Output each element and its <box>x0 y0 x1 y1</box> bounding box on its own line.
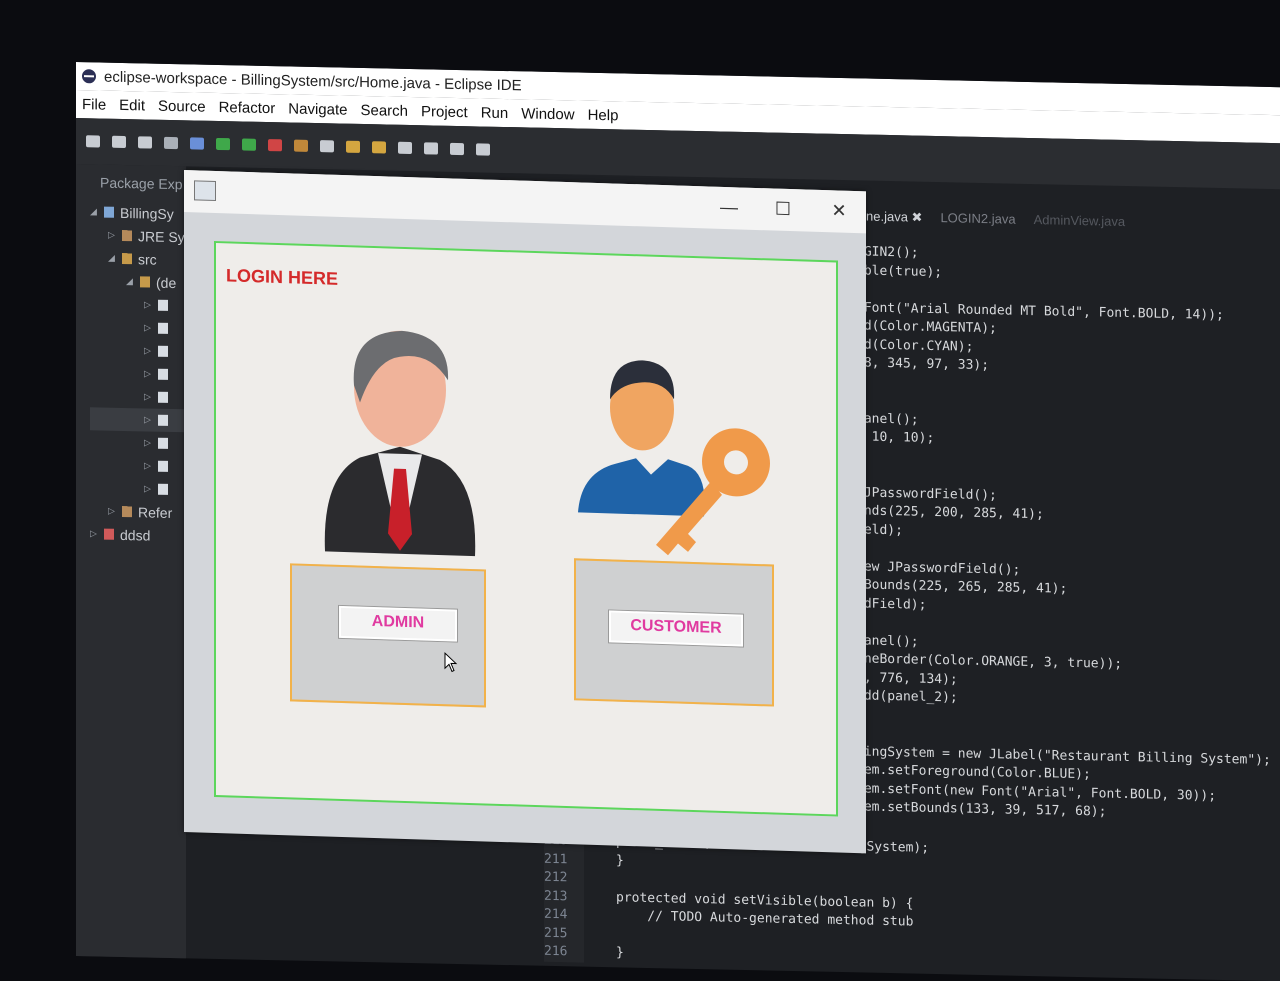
line-number: 214 <box>544 906 568 923</box>
menu-help[interactable]: Help <box>588 106 619 124</box>
tree-file[interactable]: ▷ <box>90 453 186 478</box>
java-file-icon <box>158 414 168 426</box>
library-icon <box>122 229 132 242</box>
line-number: 211 <box>544 851 568 867</box>
java-app-icon <box>194 180 216 202</box>
java-file-icon <box>158 345 168 357</box>
tab-adminview-java[interactable]: AdminView.java <box>1034 212 1126 230</box>
run-config-icon[interactable] <box>242 138 256 151</box>
open-task-icon[interactable] <box>372 141 386 154</box>
maximize-button[interactable]: ☐ <box>768 196 798 221</box>
menu-project[interactable]: Project <box>421 103 468 121</box>
save-all-icon[interactable] <box>164 136 178 150</box>
external-tools-icon[interactable] <box>268 139 282 152</box>
tree-file[interactable]: ▷ <box>90 430 186 455</box>
line-number-gutter: 210211212213214215216 <box>544 831 584 963</box>
java-file-icon <box>158 391 168 403</box>
window-title: eclipse-workspace - BillingSystem/src/Ho… <box>104 68 522 94</box>
eclipse-logo-icon <box>82 69 96 84</box>
tree-jre[interactable]: ▷ JRE Sy <box>90 223 186 248</box>
tree-file[interactable]: ▷ <box>90 292 186 317</box>
login-content-panel: LOGIN HERE ADMIN CUSTOMER <box>214 240 838 817</box>
open-type-icon[interactable] <box>346 140 360 153</box>
line-number: 216 <box>544 943 568 960</box>
tab-home-java[interactable]: ne.java ✖ <box>866 209 922 226</box>
customer-panel: CUSTOMER <box>574 558 774 707</box>
java-file-icon <box>158 483 168 495</box>
project-icon <box>104 528 114 540</box>
package-icon <box>140 276 150 288</box>
java-file-icon <box>158 322 168 334</box>
java-file-icon <box>158 368 168 380</box>
run-icon[interactable] <box>216 137 230 151</box>
mouse-cursor-icon <box>444 652 458 673</box>
line-number: 215 <box>544 925 568 941</box>
minimize-button[interactable]: — <box>714 195 744 220</box>
menu-source[interactable]: Source <box>158 97 206 115</box>
menu-edit[interactable]: Edit <box>119 96 145 114</box>
tree-file[interactable]: ▷ <box>90 361 186 386</box>
package-explorer-title[interactable]: Package Exp <box>100 175 186 193</box>
code-editor[interactable]: OGIN2(); ible(true); Font("Arial Rounded … <box>856 243 1280 826</box>
open-icon[interactable] <box>112 135 126 149</box>
close-tab-icon[interactable]: ✖ <box>912 210 923 225</box>
close-button[interactable]: ✕ <box>824 198 854 223</box>
line-number: 212 <box>544 869 568 886</box>
java-file-icon <box>158 460 168 472</box>
tree-file[interactable]: ▷ <box>90 384 186 409</box>
save-icon[interactable] <box>138 136 152 149</box>
project-icon <box>104 206 114 218</box>
java-file-icon <box>158 299 168 311</box>
tree-file[interactable]: ▷ <box>90 476 186 501</box>
code-editor-bottom[interactable]: panel_2.add(lblRestaurantBillingSystem);… <box>616 833 929 969</box>
menu-navigate[interactable]: Navigate <box>288 100 347 118</box>
menu-file[interactable]: File <box>82 96 106 114</box>
forward-arrow-icon[interactable] <box>476 143 490 156</box>
package-explorer: Package Exp ◢ BillingSy ▷ JRE Sy ◢ src ◢ (de… <box>76 164 186 967</box>
tree-file-selected[interactable]: ▷ <box>90 407 186 433</box>
folder-icon <box>122 252 132 265</box>
tab-login2-java[interactable]: LOGIN2.java <box>940 210 1015 228</box>
login-heading: LOGIN HERE <box>226 265 339 289</box>
editor-tabs: ne.java ✖ LOGIN2.java AdminView.java <box>866 209 1125 230</box>
new-package-icon[interactable] <box>294 139 308 152</box>
customer-key-icon <box>578 360 770 556</box>
new-icon[interactable] <box>86 135 100 148</box>
tree-file[interactable]: ▷ <box>90 315 186 340</box>
library-icon <box>122 505 132 518</box>
tree-project-ddsd[interactable]: ▷ ddsd <box>90 522 186 547</box>
annotation-icon[interactable] <box>424 142 438 155</box>
login-window: — ☐ ✕ LOGIN HERE ADMIN CUSTOMER <box>184 170 866 854</box>
tree-referenced-libraries[interactable]: ▷ Refer <box>90 499 186 524</box>
refresh-icon[interactable] <box>320 140 334 153</box>
admin-panel: ADMIN <box>290 563 486 708</box>
debug-icon[interactable] <box>190 137 204 150</box>
admin-person-icon <box>324 330 476 557</box>
menu-run[interactable]: Run <box>481 104 509 122</box>
menu-window[interactable]: Window <box>521 105 574 123</box>
line-number: 213 <box>544 888 568 904</box>
java-file-icon <box>158 437 168 449</box>
search-icon[interactable] <box>398 141 412 155</box>
back-arrow-icon[interactable] <box>450 142 464 156</box>
tree-file[interactable]: ▷ <box>90 338 186 363</box>
tree-src[interactable]: ◢ src <box>90 246 186 271</box>
tree-project-billing[interactable]: ◢ BillingSy <box>90 200 186 225</box>
admin-button[interactable]: ADMIN <box>338 604 458 643</box>
tree-default-package[interactable]: ◢ (de <box>90 269 186 294</box>
customer-button[interactable]: CUSTOMER <box>608 609 744 648</box>
menu-refactor[interactable]: Refactor <box>219 98 276 116</box>
menu-search[interactable]: Search <box>360 101 408 119</box>
